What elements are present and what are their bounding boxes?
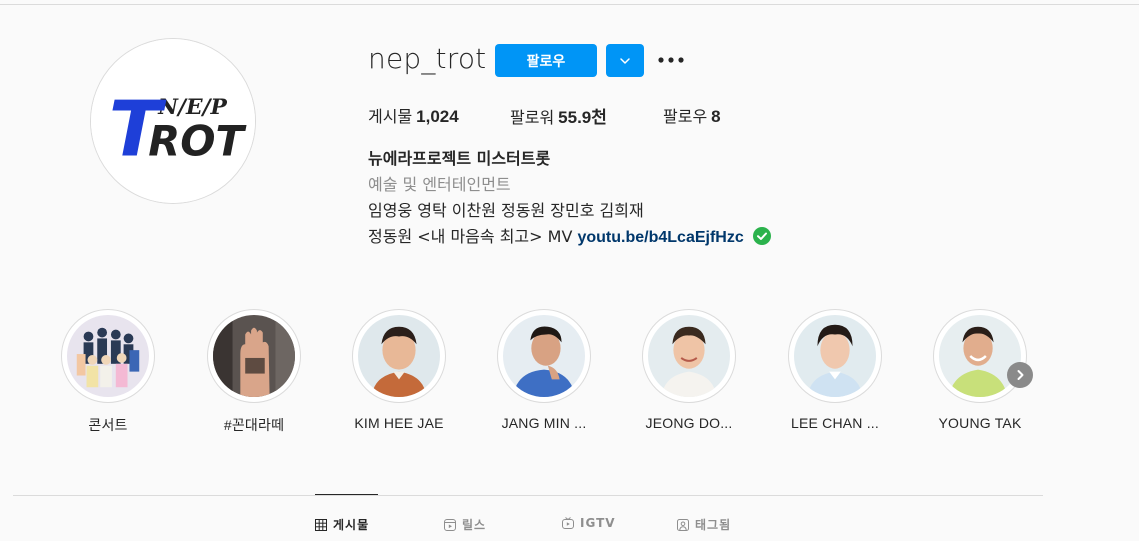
highlight-label: #꼰대라떼 xyxy=(223,417,285,433)
nep-trot-logo: N/E/P T ROT xyxy=(91,39,255,203)
profile-category: 예술 및 엔터테인먼트 xyxy=(368,175,511,194)
portrait-thumbnail xyxy=(939,315,1021,397)
group-photo-thumbnail xyxy=(67,315,149,397)
highlight-cover xyxy=(933,309,1027,403)
profile-bio: 뉴에라프로젝트 미스터트롯 예술 및 엔터테인먼트 임영웅 영탁 이찬원 정동원… xyxy=(368,146,771,251)
followers-label: 팔로워 xyxy=(510,108,555,127)
highlight-item[interactable]: KIM HEE JAE xyxy=(352,309,446,431)
highlights-next-button[interactable] xyxy=(1007,362,1033,388)
highlight-label: 콘서트 xyxy=(88,417,128,433)
suggested-accounts-button[interactable] xyxy=(606,44,644,77)
igtv-icon xyxy=(562,517,574,529)
highlight-item[interactable]: JANG MIN ... xyxy=(497,309,591,431)
chevron-right-icon xyxy=(1017,370,1024,380)
profile-stats: 게시물 1,024 팔로워 55.9천 팔로우 8 xyxy=(368,103,721,128)
following-count[interactable]: 팔로우 8 xyxy=(663,103,721,128)
posts-label: 게시물 xyxy=(368,107,413,126)
highlight-cover xyxy=(788,309,882,403)
active-tab-indicator xyxy=(315,494,378,495)
highlight-cover xyxy=(61,309,155,403)
portrait-thumbnail xyxy=(503,315,585,397)
tab-reels[interactable]: 릴스 xyxy=(444,516,486,533)
bio-mv-text: 정동원 <내 마음속 최고> MV xyxy=(368,227,573,246)
logo-big-rest: ROT xyxy=(148,117,247,166)
tab-tagged[interactable]: 태그됨 xyxy=(677,516,731,533)
tab-posts[interactable]: 게시물 xyxy=(315,516,369,533)
profile-username: nep_trot xyxy=(368,42,487,75)
highlight-item[interactable]: 콘서트 xyxy=(61,309,155,435)
tab-igtv[interactable]: IGTV xyxy=(562,516,616,530)
highlight-cover xyxy=(207,309,301,403)
highlight-cover xyxy=(352,309,446,403)
tabs-divider xyxy=(13,495,1043,496)
following-value: 8 xyxy=(711,107,721,126)
portrait-thumbnail xyxy=(648,315,730,397)
profile-avatar[interactable]: N/E/P T ROT xyxy=(90,38,256,204)
highlight-item[interactable]: LEE CHAN ... xyxy=(788,309,882,431)
posts-value: 1,024 xyxy=(416,107,459,126)
portrait-thumbnail xyxy=(794,315,876,397)
followers-value: 55.9천 xyxy=(558,108,607,127)
story-highlights: 콘서트 #꼰대라떼 KIM HEE JAE JANG MIN ... JEONG… xyxy=(0,309,1139,439)
hand-photo-thumbnail xyxy=(213,315,295,397)
portrait-thumbnail xyxy=(358,315,440,397)
highlight-item[interactable]: JEONG DO... xyxy=(642,309,736,431)
ellipsis-icon xyxy=(658,57,684,63)
followers-count[interactable]: 팔로워 55.9천 xyxy=(510,103,663,128)
follow-button[interactable]: 팔로우 xyxy=(495,44,597,77)
profile-full-name: 뉴에라프로젝트 미스터트롯 xyxy=(368,149,551,168)
highlight-label: YOUNG TAK xyxy=(938,415,1022,431)
highlight-label: JANG MIN ... xyxy=(501,415,587,431)
following-label: 팔로우 xyxy=(663,107,708,126)
highlight-label: JEONG DO... xyxy=(645,415,733,431)
bio-members: 임영웅 영탁 이찬원 정동원 장민호 김희재 xyxy=(368,201,644,220)
grid-icon xyxy=(315,518,327,531)
reels-icon xyxy=(444,518,456,531)
tab-label: 릴스 xyxy=(462,518,487,532)
tagged-icon xyxy=(677,518,689,531)
chevron-down-icon xyxy=(620,57,630,64)
more-options-button[interactable] xyxy=(656,48,686,72)
tab-label: 태그됨 xyxy=(695,518,732,532)
top-divider xyxy=(0,4,1139,5)
bio-mv-line: 정동원 <내 마음속 최고> MV youtu.be/b4LcaEjfHzc xyxy=(368,224,771,251)
highlight-item[interactable]: #꼰대라떼 xyxy=(207,309,301,435)
highlight-cover xyxy=(497,309,591,403)
highlight-label: LEE CHAN ... xyxy=(791,415,879,431)
highlight-label: KIM HEE JAE xyxy=(354,415,444,431)
posts-count: 게시물 1,024 xyxy=(368,103,510,128)
verified-check-icon xyxy=(752,226,771,245)
tab-label: IGTV xyxy=(580,516,616,530)
tab-label: 게시물 xyxy=(333,518,370,532)
highlight-cover xyxy=(642,309,736,403)
bio-link[interactable]: youtu.be/b4LcaEjfHzc xyxy=(577,229,743,246)
